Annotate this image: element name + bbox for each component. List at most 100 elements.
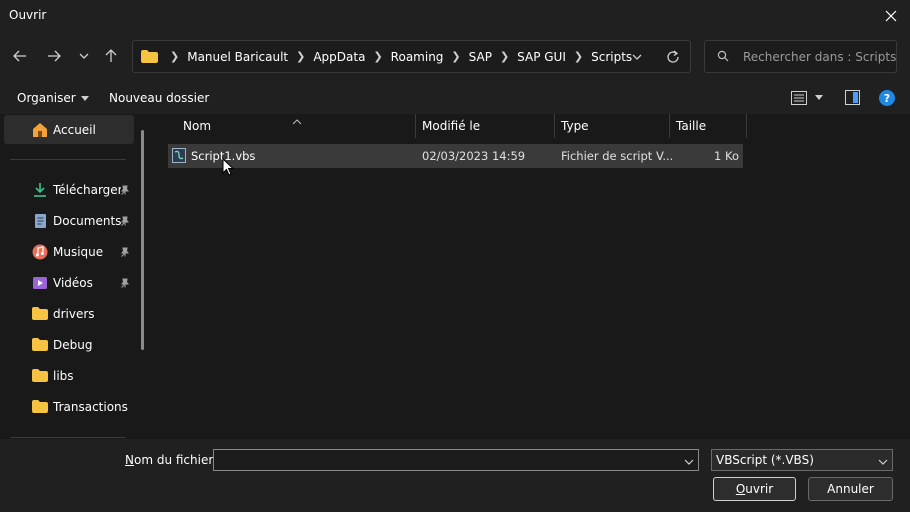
- breadcrumb-item[interactable]: SAP: [467, 50, 494, 64]
- chevron-right-icon: ❯: [451, 50, 461, 63]
- videos-icon: [32, 275, 48, 291]
- breadcrumb-item[interactable]: SAP GUI: [515, 50, 568, 64]
- pin-icon[interactable]: [120, 277, 130, 291]
- svg-text:?: ?: [884, 92, 890, 105]
- search-icon: [717, 50, 729, 65]
- search-input[interactable]: Rechercher dans : Scripts: [704, 40, 897, 73]
- sidebar-item-music[interactable]: Musique: [0, 237, 134, 266]
- file-type: Fichier de script V...: [561, 149, 674, 163]
- table-row[interactable]: Script1.vbs 02/03/2023 14:59 Fichier de …: [168, 144, 743, 168]
- divider: [10, 159, 126, 160]
- help-icon[interactable]: ?: [879, 90, 895, 109]
- cancel-button[interactable]: Annuler: [808, 477, 893, 501]
- sidebar-item-label: Musique: [53, 244, 104, 259]
- column-header-size[interactable]: Taille: [676, 114, 706, 138]
- command-bar: Organiser Nouveau dossier ?: [0, 82, 910, 114]
- column-divider[interactable]: [746, 114, 747, 138]
- folder-icon: [32, 369, 48, 385]
- column-header-name[interactable]: Nom: [183, 114, 211, 138]
- chevron-right-icon: ❯: [573, 50, 584, 63]
- folder-icon: [32, 400, 48, 416]
- column-header-modified[interactable]: Modifié le: [422, 114, 480, 138]
- forward-arrow-icon[interactable]: [42, 44, 66, 68]
- file-modified: 02/03/2023 14:59: [422, 149, 526, 163]
- sidebar-item-label: Documents: [53, 213, 121, 228]
- sidebar-item-label: drivers: [53, 306, 95, 321]
- file-type-value: VBScript (*.VBS): [716, 453, 814, 467]
- sidebar-item-transactions[interactable]: Transactions: [0, 392, 134, 421]
- column-header-type[interactable]: Type: [561, 114, 589, 138]
- new-folder-button[interactable]: Nouveau dossier: [109, 91, 209, 105]
- sidebar-item-label: Accueil: [53, 122, 96, 137]
- navigation-pane: Accueil Téléchargem Documents Musique Vi…: [0, 114, 152, 439]
- download-icon: [32, 182, 48, 198]
- sidebar-item-documents[interactable]: Documents: [0, 206, 134, 235]
- close-icon[interactable]: [880, 5, 902, 27]
- home-icon: [32, 122, 48, 138]
- column-divider[interactable]: [415, 114, 416, 138]
- filename-label-accesskey: N: [125, 453, 134, 467]
- filename-label-text: om du fichier :: [133, 453, 222, 467]
- sidebar-item-libs[interactable]: libs: [0, 361, 134, 390]
- file-size: 1 Ko: [714, 149, 739, 163]
- chevron-right-icon: ❯: [170, 50, 180, 63]
- sidebar-item-label: Téléchargem: [53, 182, 121, 197]
- sidebar-item-videos[interactable]: Vidéos: [0, 268, 134, 297]
- music-icon: [32, 244, 48, 260]
- sort-ascending-icon: [292, 114, 302, 128]
- refresh-icon[interactable]: [663, 47, 683, 67]
- sidebar-item-home[interactable]: Accueil: [4, 115, 134, 144]
- sidebar-item-label: Debug: [53, 337, 93, 352]
- column-divider[interactable]: [669, 114, 670, 138]
- sidebar-item-drivers[interactable]: drivers: [0, 299, 134, 328]
- divider: [10, 437, 126, 438]
- folder-icon: [141, 50, 158, 63]
- pin-icon[interactable]: [120, 184, 130, 198]
- documents-icon: [32, 213, 48, 229]
- open-button[interactable]: Ouvrir: [713, 477, 796, 501]
- chevron-down-icon[interactable]: [684, 454, 694, 468]
- pin-icon[interactable]: [120, 215, 130, 229]
- recent-locations-chevron-icon[interactable]: [72, 44, 96, 68]
- open-label: uvrir: [745, 482, 774, 496]
- caret-down-icon: [815, 95, 823, 100]
- breadcrumb-item[interactable]: Roaming: [389, 50, 446, 64]
- window-title: Ouvrir: [9, 8, 47, 22]
- sidebar-item-label: Vidéos: [53, 275, 93, 290]
- folder-icon: [32, 307, 48, 323]
- dialog-footer: Nom du fichier : VBScript (*.VBS) Ouvrir…: [0, 439, 910, 512]
- pin-icon[interactable]: [120, 246, 130, 260]
- chevron-down-icon[interactable]: [878, 454, 888, 468]
- sidebar-item-downloads[interactable]: Téléchargem: [0, 175, 134, 204]
- search-placeholder: Rechercher dans : Scripts: [743, 50, 897, 64]
- organize-menu-button[interactable]: Organiser: [17, 91, 89, 105]
- view-options-button[interactable]: [791, 90, 823, 105]
- filename-label: Nom du fichier :: [125, 453, 221, 467]
- address-bar[interactable]: ❯ Manuel Baricault ❯ AppData ❯ Roaming ❯…: [132, 40, 691, 73]
- vbscript-file-icon: [172, 148, 186, 166]
- sidebar-item-label: libs: [53, 368, 74, 383]
- open-accesskey: O: [735, 482, 746, 496]
- file-type-select[interactable]: VBScript (*.VBS): [711, 449, 893, 471]
- up-arrow-icon[interactable]: [99, 44, 123, 68]
- mouse-cursor-icon: [222, 157, 235, 179]
- chevron-right-icon: ❯: [296, 50, 306, 63]
- organize-label: Organiser: [17, 91, 76, 105]
- chevron-right-icon: ❯: [373, 50, 383, 63]
- folder-icon: [32, 338, 48, 354]
- title-bar: Ouvrir: [0, 0, 910, 32]
- filename-input[interactable]: [213, 449, 699, 471]
- sidebar-item-debug[interactable]: Debug: [0, 330, 134, 359]
- back-arrow-icon[interactable]: [8, 44, 32, 68]
- address-history-chevron-icon[interactable]: [628, 48, 646, 66]
- breadcrumb-item[interactable]: Manuel Baricault: [185, 50, 290, 64]
- file-list: Nom Modifié le Type Taille Script1.vbs 0…: [152, 114, 910, 439]
- list-view-icon: [791, 90, 807, 105]
- chevron-right-icon: ❯: [499, 50, 510, 63]
- breadcrumb: ❯ Manuel Baricault ❯ AppData ❯ Roaming ❯…: [141, 41, 634, 72]
- breadcrumb-item[interactable]: AppData: [311, 50, 367, 64]
- sidebar-scrollbar[interactable]: [141, 130, 144, 350]
- column-divider[interactable]: [554, 114, 555, 138]
- sidebar-item-label: Transactions: [53, 399, 128, 414]
- preview-pane-icon[interactable]: [845, 90, 860, 108]
